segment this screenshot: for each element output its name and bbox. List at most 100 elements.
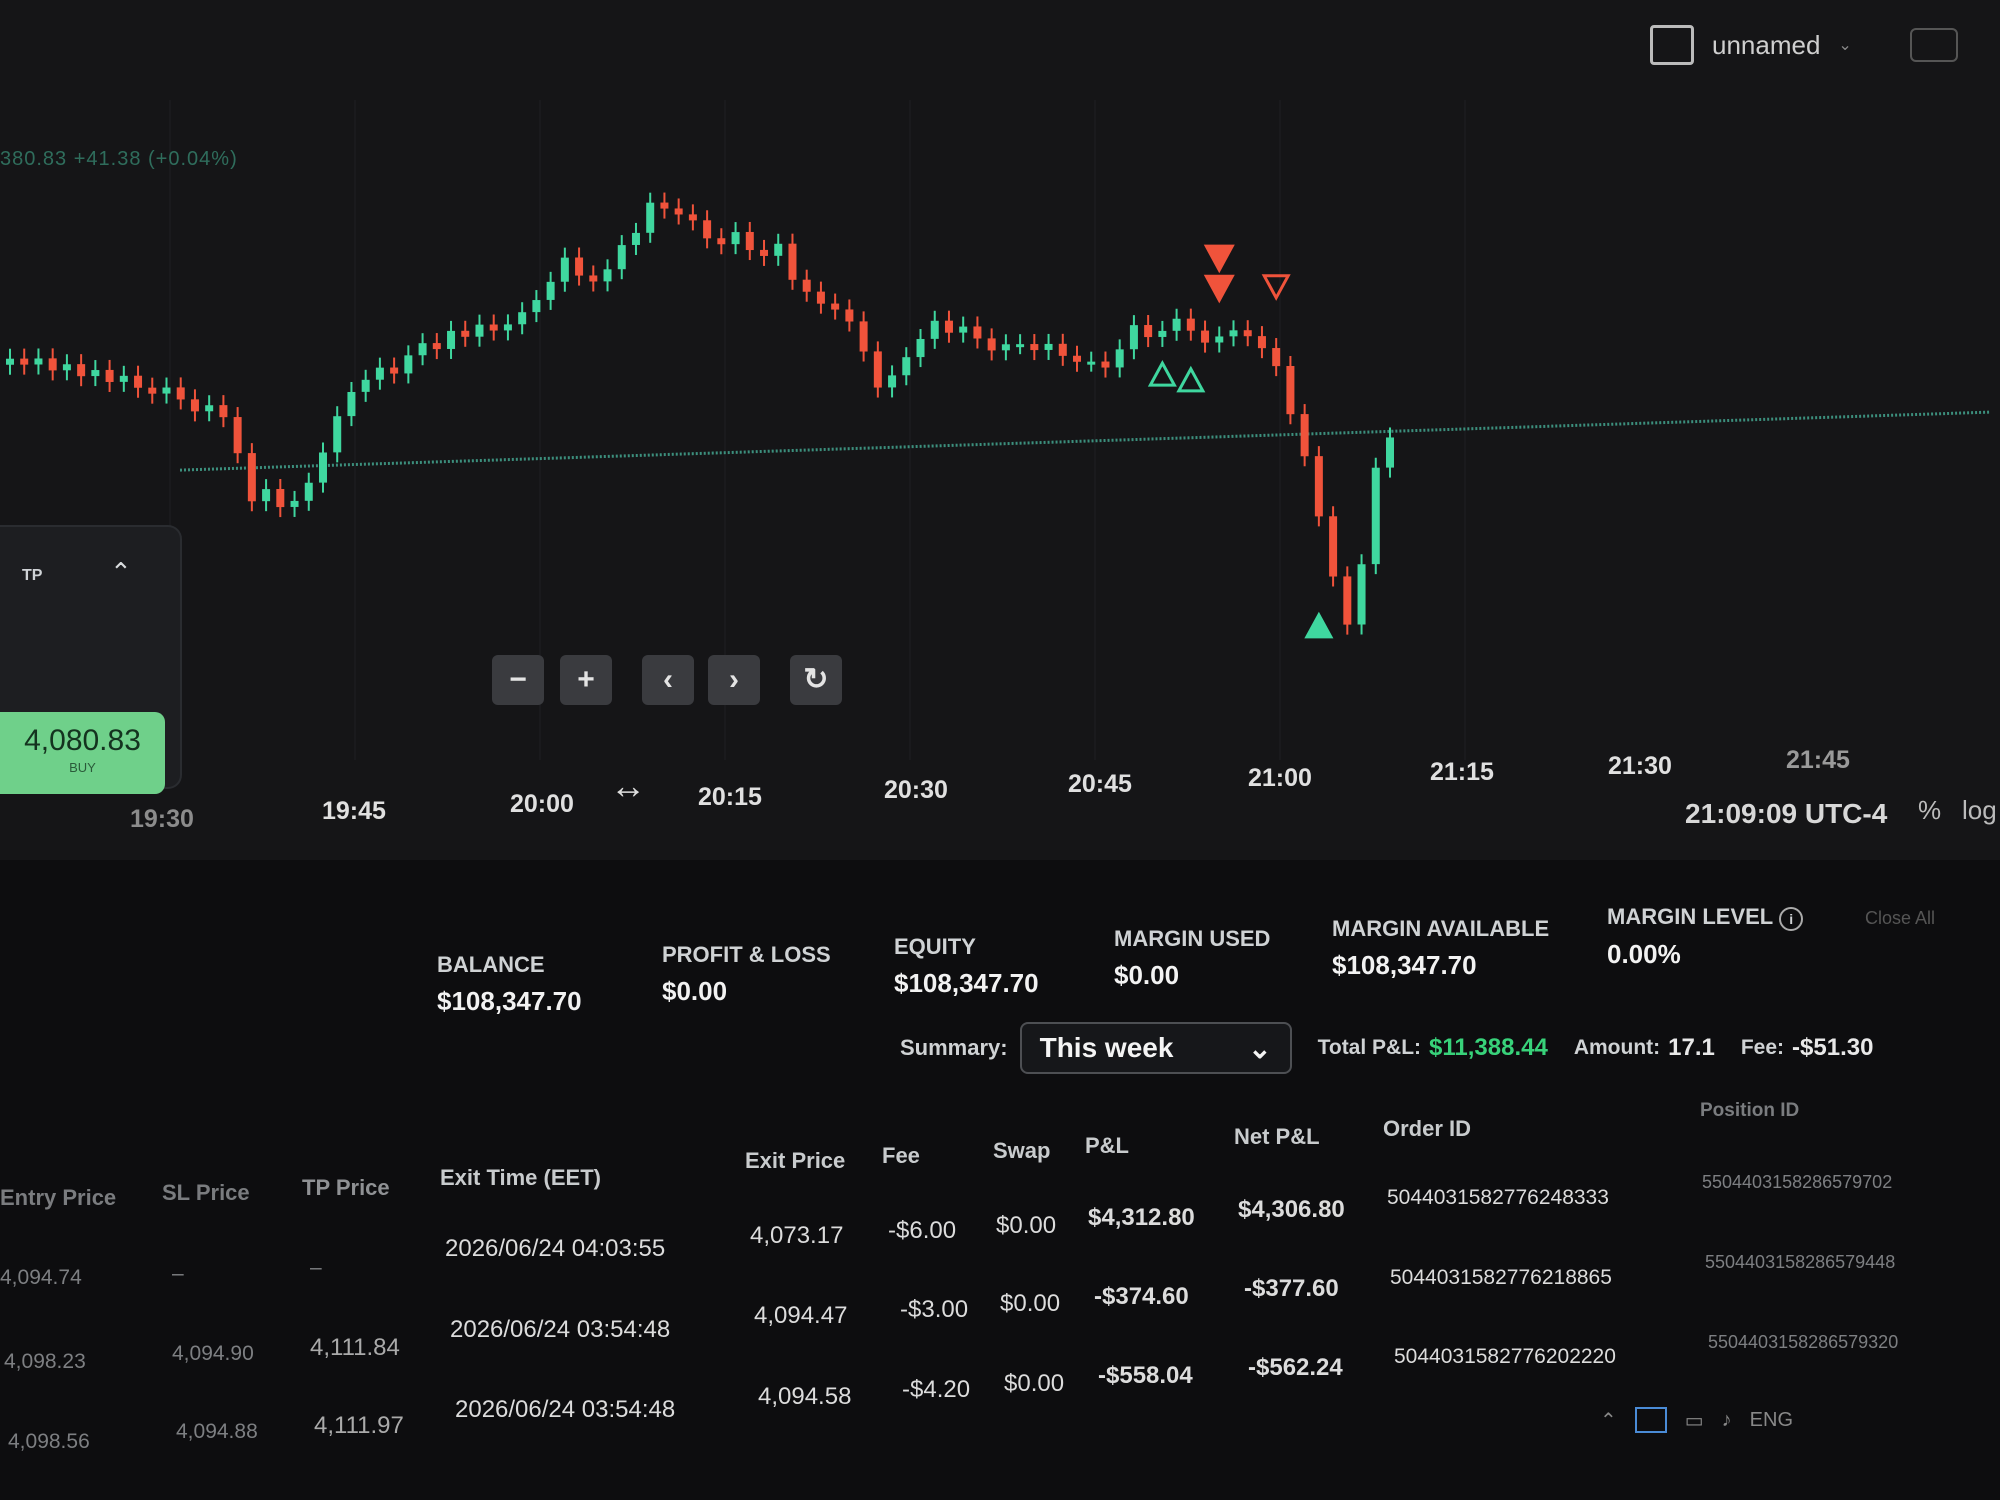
col-pnl[interactable]: P&L: [1085, 1133, 1129, 1159]
candle-body[interactable]: [105, 369, 114, 382]
col-exit-time[interactable]: Exit Time (EET): [440, 1165, 601, 1191]
candle-body[interactable]: [347, 391, 356, 417]
zoom-in-button[interactable]: +: [560, 655, 612, 705]
buy-marker[interactable]: [1176, 365, 1206, 393]
candle-body[interactable]: [575, 257, 584, 276]
candle-body[interactable]: [1272, 348, 1281, 367]
candle-body[interactable]: [1144, 325, 1153, 338]
candle-body[interactable]: [888, 375, 897, 388]
candle-body[interactable]: [646, 202, 655, 233]
candle-body[interactable]: [219, 405, 228, 418]
log-toggle[interactable]: log: [1962, 795, 1997, 826]
candle-body[interactable]: [518, 312, 527, 325]
col-position-id[interactable]: Position ID: [1700, 1100, 1799, 1122]
candle-body[interactable]: [62, 364, 71, 371]
candle-body[interactable]: [944, 320, 953, 333]
candle-body[interactable]: [119, 375, 128, 382]
candle-body[interactable]: [532, 300, 541, 313]
candle-body[interactable]: [674, 208, 683, 215]
candle-body[interactable]: [1215, 336, 1224, 343]
candle-body[interactable]: [190, 399, 199, 412]
camera-icon[interactable]: [1909, 28, 1958, 62]
candle-body[interactable]: [816, 291, 825, 304]
candle-body[interactable]: [788, 243, 797, 280]
candle-body[interactable]: [418, 343, 427, 356]
col-entry-price[interactable]: Entry Price: [0, 1185, 116, 1211]
candle-body[interactable]: [91, 370, 100, 377]
candle-body[interactable]: [134, 375, 143, 388]
sell-marker[interactable]: [1203, 274, 1235, 304]
candle-body[interactable]: [375, 367, 384, 380]
candle-body[interactable]: [503, 324, 512, 331]
col-fee[interactable]: Fee: [882, 1143, 920, 1169]
volume-icon[interactable]: ♪: [1722, 1409, 1732, 1432]
candle-body[interactable]: [760, 249, 769, 256]
candle-body[interactable]: [1073, 355, 1082, 362]
candle-body[interactable]: [902, 357, 911, 376]
candle-body[interactable]: [859, 321, 868, 352]
candle-body[interactable]: [973, 326, 982, 339]
candle-body[interactable]: [475, 324, 484, 337]
reset-chart-button[interactable]: ↻: [790, 655, 842, 705]
candle-body[interactable]: [1386, 437, 1394, 468]
percent-toggle[interactable]: %: [1918, 795, 1941, 826]
candle-body[interactable]: [233, 417, 242, 454]
candle-body[interactable]: [703, 220, 712, 239]
candle-body[interactable]: [20, 358, 29, 365]
tp-label[interactable]: TP: [22, 567, 42, 585]
candle-body[interactable]: [290, 500, 299, 507]
col-exit-price[interactable]: Exit Price: [745, 1148, 845, 1174]
candle-body[interactable]: [247, 453, 256, 502]
candle-body[interactable]: [461, 330, 470, 337]
candle-body[interactable]: [617, 245, 626, 270]
resize-arrow-icon[interactable]: ↔: [610, 765, 646, 807]
candle-body[interactable]: [802, 279, 811, 292]
buy-marker[interactable]: [1147, 359, 1177, 387]
col-tp-price[interactable]: TP Price: [302, 1175, 390, 1201]
candle-body[interactable]: [916, 338, 925, 358]
candle-body[interactable]: [48, 358, 57, 371]
sell-marker[interactable]: [1203, 244, 1235, 274]
candle-body[interactable]: [1186, 318, 1195, 331]
lang-indicator[interactable]: ENG: [1750, 1409, 1793, 1432]
candle-body[interactable]: [276, 489, 285, 508]
candle-body[interactable]: [660, 202, 669, 209]
candle-body[interactable]: [176, 387, 185, 400]
candle-body[interactable]: [489, 324, 498, 331]
candlestick-chart[interactable]: [0, 0, 2000, 860]
candle-body[interactable]: [589, 275, 598, 282]
network-icon[interactable]: [1634, 1407, 1667, 1433]
candle-body[interactable]: [333, 416, 342, 453]
candle-body[interactable]: [831, 303, 840, 310]
candle-body[interactable]: [631, 232, 640, 245]
candle-body[interactable]: [1201, 330, 1210, 343]
account-switcher[interactable]: unnamed ⌄: [1650, 25, 1958, 65]
candle-body[interactable]: [603, 269, 612, 282]
candle-body[interactable]: [1016, 344, 1025, 348]
candle-body[interactable]: [1115, 349, 1124, 368]
candle-body[interactable]: [546, 281, 555, 300]
buy-marker[interactable]: [1304, 611, 1334, 639]
candle-body[interactable]: [1329, 516, 1338, 577]
chevron-up-icon[interactable]: ⌃: [110, 557, 132, 588]
chart-area[interactable]: 380.83 +41.38 (+0.04%) unnamed ⌄ TP ⌃ 4,…: [0, 0, 2000, 860]
col-order-id[interactable]: Order ID: [1383, 1116, 1471, 1142]
candle-body[interactable]: [1044, 343, 1053, 350]
candle-body[interactable]: [1314, 456, 1323, 517]
candle-body[interactable]: [1357, 564, 1366, 625]
candle-body[interactable]: [361, 379, 370, 392]
candle-body[interactable]: [1087, 361, 1096, 365]
candle-body[interactable]: [1343, 576, 1352, 625]
candle-body[interactable]: [1300, 414, 1309, 457]
candle-body[interactable]: [148, 387, 157, 394]
close-all-button[interactable]: Close All: [1865, 908, 1935, 929]
candle-body[interactable]: [1058, 343, 1067, 356]
candle-body[interactable]: [959, 326, 968, 333]
close-marker[interactable]: [1261, 274, 1291, 301]
candle-body[interactable]: [432, 343, 441, 350]
candle-body[interactable]: [1101, 361, 1110, 368]
candle-body[interactable]: [262, 489, 271, 502]
candle-body[interactable]: [930, 320, 939, 339]
zoom-out-button[interactable]: −: [492, 655, 544, 705]
candle-body[interactable]: [717, 238, 726, 245]
